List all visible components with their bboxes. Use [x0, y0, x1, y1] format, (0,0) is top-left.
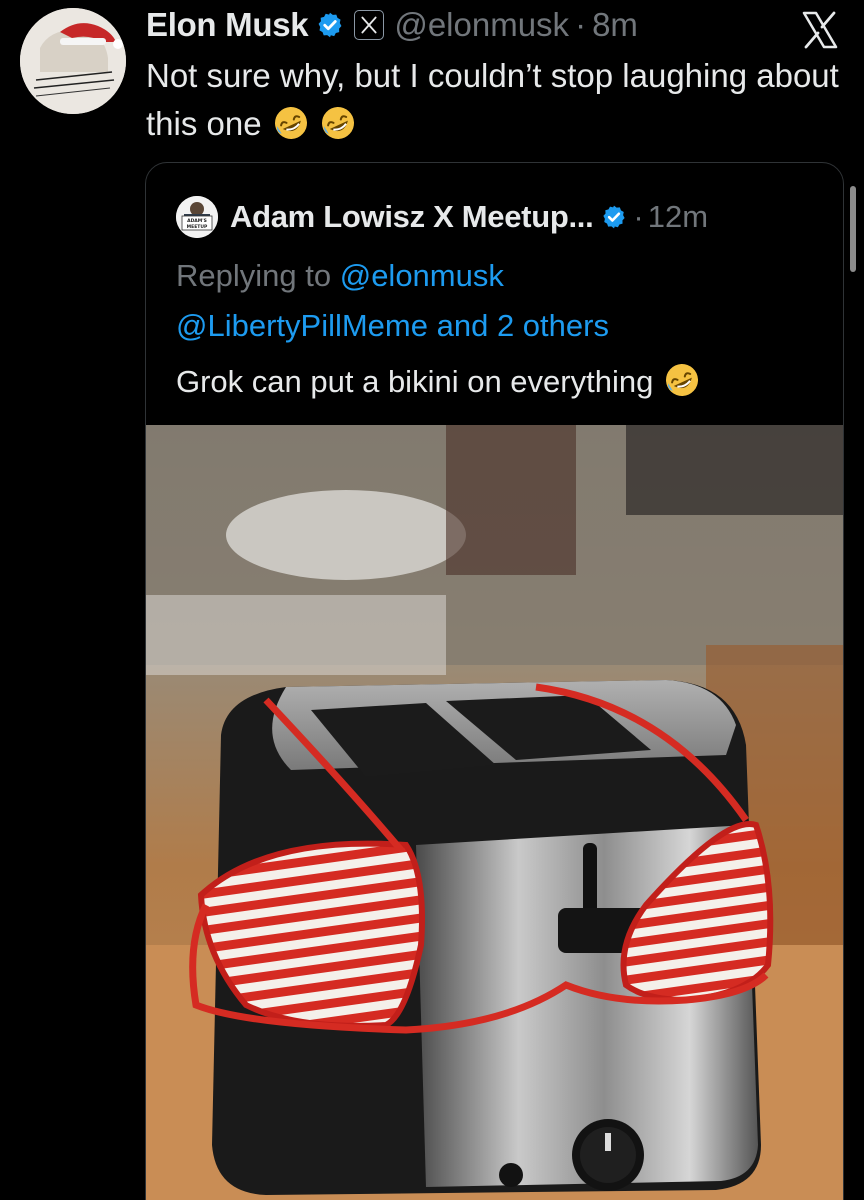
- laughing-emoji-icon: [665, 364, 698, 396]
- tweet-screen: Elon Musk @elonmusk · 8m Not sure why, b…: [0, 0, 864, 1200]
- x-affiliation-icon[interactable]: [354, 10, 385, 40]
- quoted-tweet-image[interactable]: [146, 425, 843, 1200]
- x-logo-icon[interactable]: [800, 10, 840, 50]
- quoted-author-name[interactable]: Adam Lowisz X Meetup...: [230, 199, 594, 235]
- mention-link[interactable]: @elonmusk: [340, 258, 504, 293]
- tweet-header: Elon Musk @elonmusk · 8m: [146, 2, 638, 48]
- verified-badge-icon: [318, 12, 342, 38]
- quoted-tweet-header: ADAM'S MEETUP Adam Lowisz X Meetup... · …: [176, 195, 708, 239]
- author-avatar[interactable]: [20, 8, 126, 114]
- quoted-tweet-text: Grok can put a bikini on everything: [176, 364, 654, 399]
- tweet-text: Not sure why, but I couldn’t stop laughi…: [146, 57, 839, 142]
- mention-link[interactable]: @LibertyPillMeme: [176, 308, 428, 343]
- others-link[interactable]: and 2 others: [437, 308, 609, 343]
- separator-dot: ·: [633, 199, 644, 234]
- replying-prefix: Replying to: [176, 258, 332, 293]
- author-name[interactable]: Elon Musk: [146, 6, 309, 44]
- separator-dot: ·: [575, 6, 587, 43]
- quoted-tweet-card[interactable]: ADAM'S MEETUP Adam Lowisz X Meetup... · …: [145, 162, 844, 1200]
- laughing-emoji-icon: [321, 107, 354, 139]
- replying-to-line: Replying to @elonmusk @LibertyPillMeme a…: [176, 251, 816, 351]
- tweet-text-container: Not sure why, but I couldn’t stop laughi…: [146, 52, 846, 148]
- quoted-author-avatar[interactable]: ADAM'S MEETUP: [176, 196, 218, 238]
- svg-text:MEETUP: MEETUP: [187, 224, 208, 230]
- author-handle[interactable]: @elonmusk: [394, 6, 569, 44]
- laughing-emoji-icon: [274, 107, 307, 139]
- verified-badge-icon: [603, 205, 626, 229]
- quoted-tweet-time[interactable]: 12m: [648, 199, 708, 235]
- tweet-time[interactable]: 8m: [592, 6, 638, 44]
- svg-text:ADAM'S: ADAM'S: [187, 218, 207, 224]
- quoted-tweet-text-container: Grok can put a bikini on everything: [176, 359, 700, 405]
- scrollbar[interactable]: [850, 186, 856, 272]
